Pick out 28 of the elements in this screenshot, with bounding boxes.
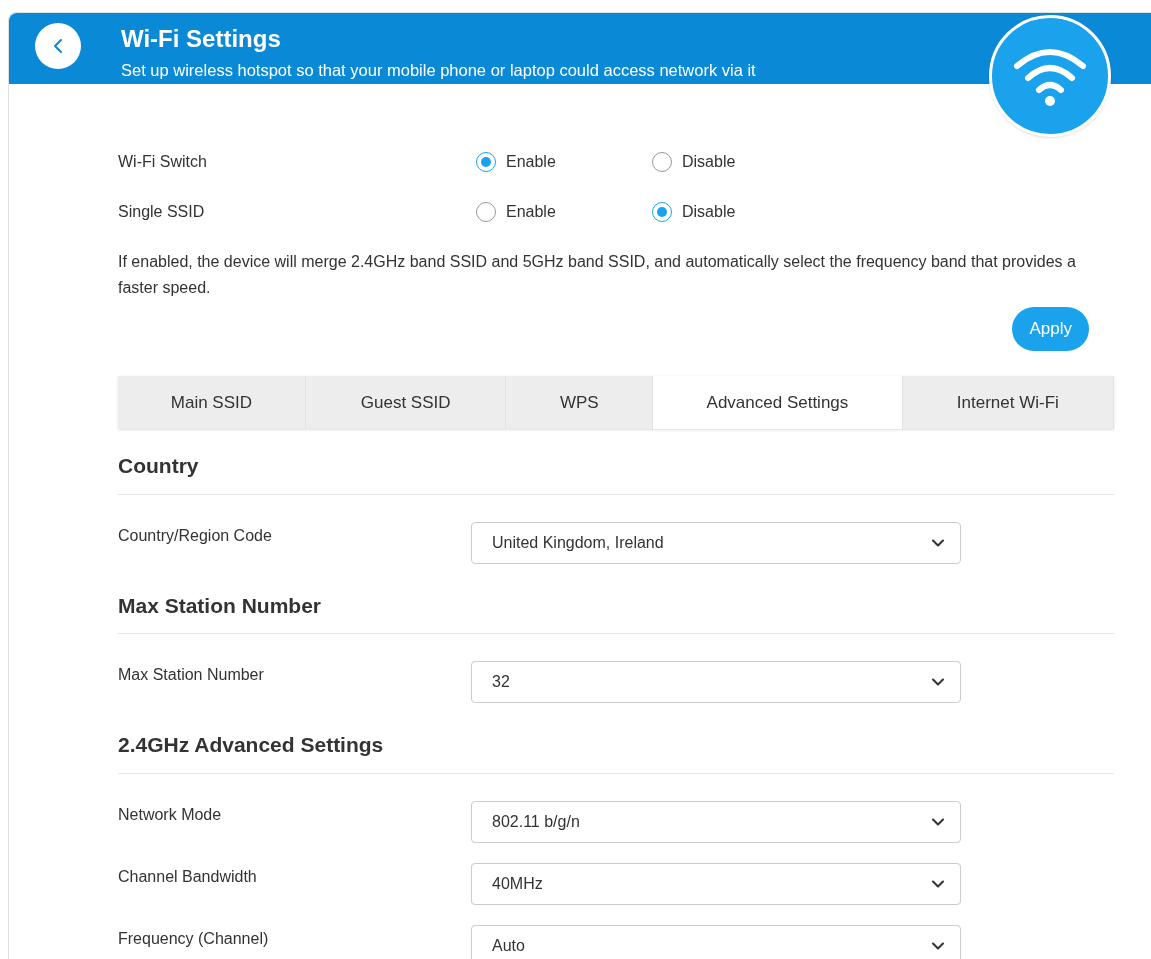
tab[interactable]: Advanced Settings [653, 376, 903, 429]
section-title: 2.4GHz Advanced Settings [118, 729, 1114, 774]
radio-option[interactable]: Disable [652, 199, 828, 224]
back-button[interactable] [35, 23, 81, 69]
tab[interactable]: Guest SSID [305, 376, 507, 429]
select-field[interactable]: Auto [471, 924, 961, 959]
select-field[interactable]: 40MHz [471, 862, 961, 905]
section-title: Country [118, 450, 1114, 495]
tab[interactable]: Internet Wi-Fi [902, 376, 1114, 429]
select-field[interactable]: 802.11 b/g/n [471, 800, 961, 843]
note-text: If enabled, the device will merge 2.4GHz band SSID and 5GHz band SSID, and automatically select the frequency band that provides a faster speed. [118, 252, 1077, 298]
field-label: Frequency (Channel) [118, 928, 270, 949]
field-label: Country/Region Code [118, 525, 273, 546]
page-subtitle: Set up wireless hotspot so that your mobile phone or laptop could access network via it [121, 60, 756, 81]
field-label: Channel Bandwidth [118, 866, 258, 887]
tab[interactable]: WPS [506, 376, 654, 429]
select-field[interactable]: 32 [471, 661, 961, 703]
tab[interactable]: Main SSID [118, 376, 306, 429]
radio-option[interactable]: Enable [476, 199, 652, 224]
section-title: Max Station Number [118, 589, 1114, 634]
radio-option[interactable]: Disable [652, 149, 828, 174]
page-title: Wi-Fi Settings [121, 24, 282, 54]
field-label: Max Station Number [118, 665, 265, 685]
radio-option[interactable]: Enable [476, 149, 652, 174]
field-label: Network Mode [118, 804, 223, 825]
field-label: Wi-Fi Switch [118, 151, 208, 172]
field-label: Single SSID [118, 201, 206, 222]
select-field[interactable]: United Kingdom, Ireland [471, 521, 961, 564]
